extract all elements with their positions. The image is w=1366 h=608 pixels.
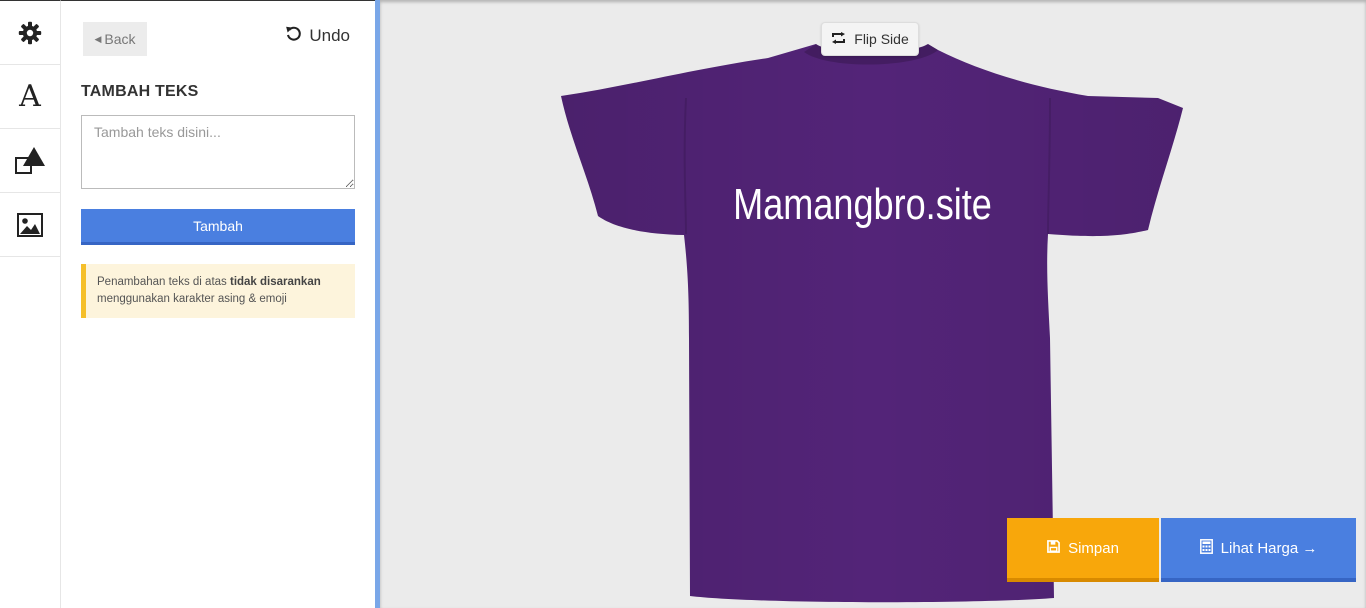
panel-title: TAMBAH TEKS — [81, 83, 199, 100]
text-icon: A — [19, 78, 41, 114]
tool-rail: A — [0, 0, 61, 608]
notice-text-bold: tidak disarankan — [229, 276, 321, 288]
calculator-icon — [1199, 538, 1213, 558]
undo-icon — [285, 25, 302, 47]
image-icon — [17, 212, 43, 237]
undo-button[interactable]: Undo — [285, 25, 350, 47]
back-button[interactable]: ◀ Back — [83, 22, 147, 56]
notice-text-before: Penambahan teks di atas — [97, 276, 230, 288]
settings-tool-button[interactable] — [0, 1, 60, 65]
save-label: Simpan — [1068, 539, 1119, 557]
flip-side-label: Flip Side — [854, 31, 909, 47]
save-button[interactable]: Simpan — [1007, 518, 1159, 582]
flip-icon — [831, 31, 846, 47]
text-tool-button[interactable]: A — [0, 65, 60, 129]
shapes-tool-button[interactable] — [0, 129, 60, 193]
shapes-icon — [14, 146, 46, 176]
shirt-text-element[interactable]: Mamangbro.site — [721, 180, 1004, 230]
text-input[interactable] — [81, 115, 355, 189]
flip-side-button[interactable]: Flip Side — [821, 22, 919, 56]
designer-app: A ◀ Back Undo TAMBAH TEKS Tambah teks di… — [0, 0, 1366, 608]
back-label: Back — [104, 31, 136, 47]
caret-left-icon: ◀ — [94, 33, 102, 44]
add-text-button[interactable]: Tambah — [81, 209, 355, 245]
image-tool-button[interactable] — [0, 193, 60, 257]
add-text-panel: ◀ Back Undo TAMBAH TEKS Tambah Penambaha… — [61, 0, 375, 608]
undo-label: Undo — [309, 26, 350, 45]
floppy-disk-icon — [1047, 539, 1060, 557]
design-canvas[interactable]: Flip Side Mamangbro.site — [380, 0, 1366, 608]
notice-text-after: menggunakan karakter asing & emoji — [97, 293, 287, 305]
view-price-label: Lihat Harga → — [1220, 539, 1318, 557]
gear-icon — [18, 21, 42, 45]
warning-notice: Penambahan teks di atas tidak disarankan… — [81, 264, 355, 318]
view-price-button[interactable]: Lihat Harga → — [1161, 518, 1356, 582]
